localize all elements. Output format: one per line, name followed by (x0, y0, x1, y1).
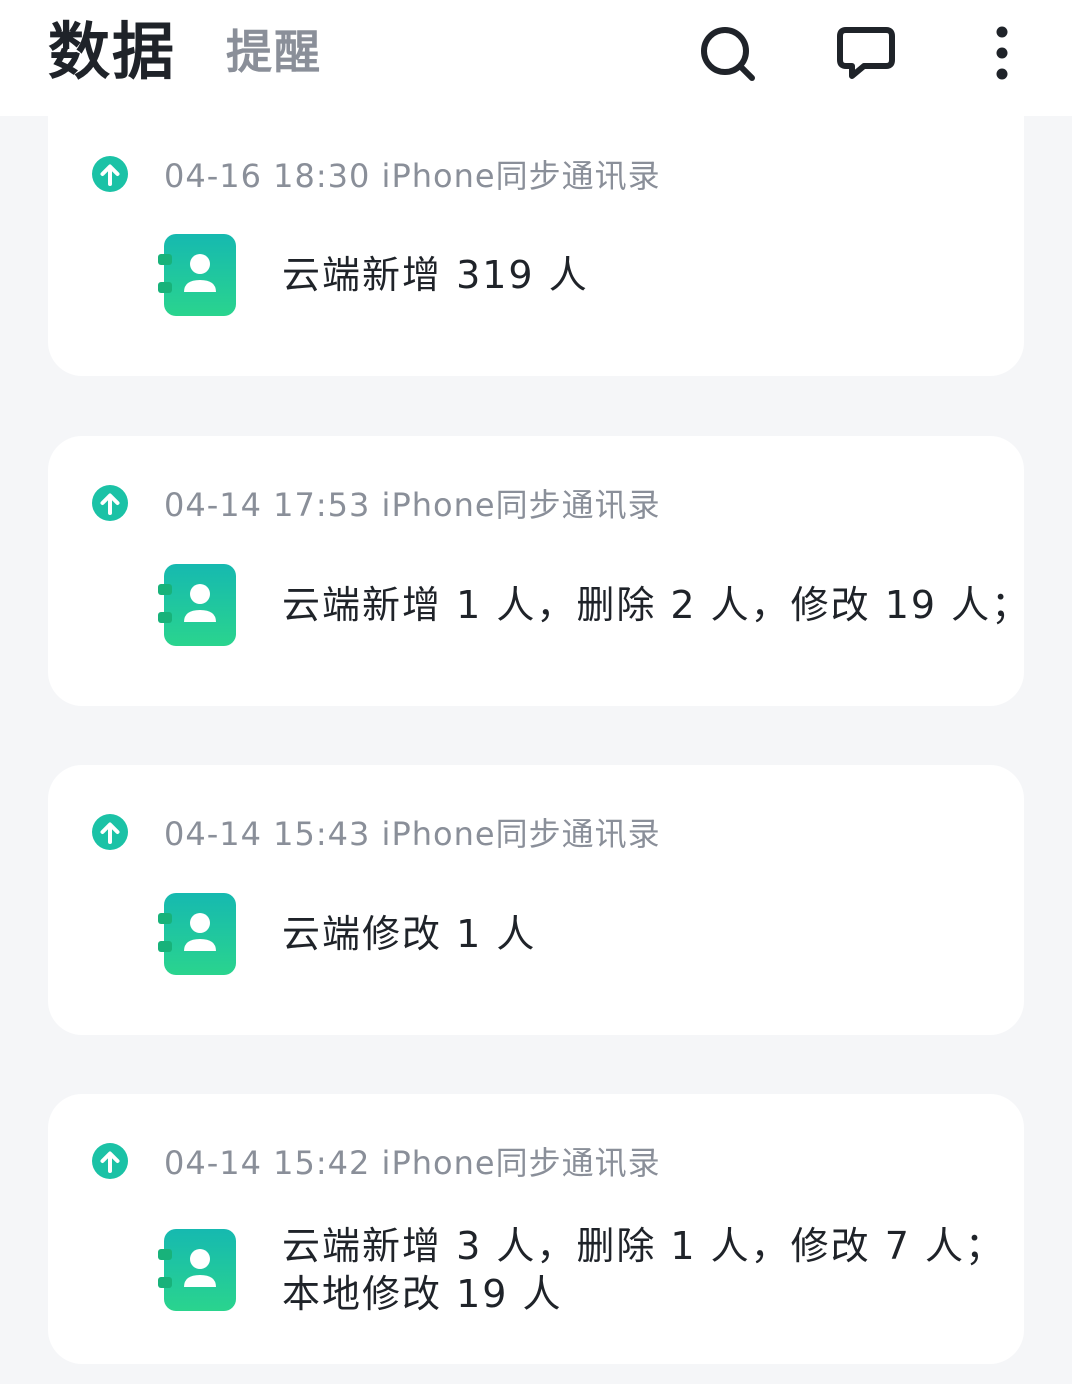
upload-arrow-icon (92, 485, 128, 521)
record-summary: 云端新增 319 人 (282, 251, 589, 299)
record-body-row: 云端修改 1 人 (158, 893, 536, 975)
contacts-book-icon (158, 234, 236, 316)
tab-reminder[interactable]: 提醒 (226, 22, 322, 82)
record-meta-row: 04-14 17:53 iPhone同步通讯录 (92, 481, 661, 525)
record-body-row: 云端新增 1 人，删除 2 人，修改 19 人； (158, 564, 1031, 646)
sync-record-card[interactable]: 04-14 15:43 iPhone同步通讯录 云端修改 1 人 (48, 765, 1024, 1035)
message-button[interactable] (834, 22, 898, 86)
record-summary: 云端修改 1 人 (282, 910, 536, 958)
sync-record-card[interactable]: 04-14 17:53 iPhone同步通讯录 云端新增 1 人，删除 2 人，… (48, 436, 1029, 706)
sync-record-card[interactable]: 04-16 18:30 iPhone同步通讯录 云端新增 319 人 (48, 106, 1024, 376)
upload-arrow-icon (92, 814, 128, 850)
summary-line: 本地修改 19 人 (282, 1272, 563, 1316)
more-vertical-icon (996, 26, 1008, 80)
tab-data[interactable]: 数据 (48, 14, 176, 90)
record-meta: 04-14 17:53 iPhone同步通讯录 (164, 486, 661, 524)
record-body-row: 云端新增 319 人 (158, 234, 589, 316)
upload-arrow-icon (92, 1143, 128, 1179)
summary-line: 云端新增 319 人 (282, 253, 589, 297)
summary-line: 云端新增 3 人，删除 1 人，修改 7 人； (282, 1224, 1006, 1268)
summary-line: 云端修改 1 人 (282, 912, 537, 956)
record-meta-row: 04-14 15:42 iPhone同步通讯录 (92, 1139, 661, 1183)
upload-arrow-icon (92, 156, 128, 192)
record-summary: 云端新增 1 人，删除 2 人，修改 19 人； (282, 581, 1031, 629)
record-meta-row: 04-16 18:30 iPhone同步通讯录 (92, 152, 661, 196)
top-bar: 数据 提醒 (0, 0, 1072, 116)
record-meta-row: 04-14 15:43 iPhone同步通讯录 (92, 810, 661, 854)
search-icon (701, 27, 755, 81)
summary-line: 云端新增 1 人，删除 2 人，修改 19 人； (282, 583, 1032, 627)
record-meta: 04-14 15:42 iPhone同步通讯录 (164, 1144, 661, 1182)
record-meta: 04-16 18:30 iPhone同步通讯录 (164, 157, 661, 195)
record-meta: 04-14 15:43 iPhone同步通讯录 (164, 815, 661, 853)
chat-icon (837, 27, 895, 79)
search-button[interactable] (696, 22, 760, 86)
contacts-book-icon (158, 893, 236, 975)
record-body-row: 云端新增 3 人，删除 1 人，修改 7 人； 本地修改 19 人 (158, 1222, 1005, 1318)
record-summary: 云端新增 3 人，删除 1 人，修改 7 人； 本地修改 19 人 (282, 1222, 1005, 1318)
sync-record-card[interactable]: 04-14 15:42 iPhone同步通讯录 云端新增 3 人，删除 1 人，… (48, 1094, 1024, 1364)
more-button[interactable] (970, 22, 1034, 86)
contacts-book-icon (158, 1229, 236, 1311)
contacts-book-icon (158, 564, 236, 646)
